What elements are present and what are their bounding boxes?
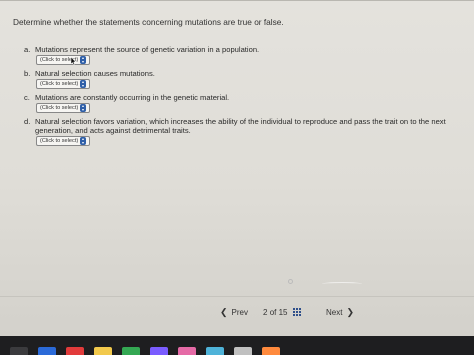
next-button[interactable]: Next ❯ [326, 305, 358, 319]
true-false-select[interactable]: (Click to select) [36, 103, 91, 113]
browser-content: Determine whether the statements concern… [0, 0, 474, 336]
screen-reflection [322, 282, 362, 286]
dock-app-icon[interactable] [150, 347, 168, 355]
statement-text: Mutations are constantly occurring in th… [35, 93, 230, 102]
dock-app-icon[interactable] [234, 347, 252, 355]
dock-app-icon[interactable] [206, 347, 224, 355]
top-divider [0, 0, 474, 1]
statement-d: d. Natural selection favors variation, wh… [24, 117, 474, 146]
dock-app-icon[interactable] [94, 347, 112, 355]
dock-app-icon[interactable] [262, 347, 280, 355]
select-value: (Click to select) [40, 105, 79, 111]
statement-text: Mutations represent the source of geneti… [35, 45, 260, 54]
current-page: 2 [263, 307, 268, 317]
select-arrows-icon[interactable] [80, 104, 87, 112]
question-prompt: Determine whether the statements concern… [13, 17, 284, 27]
next-label: Next [326, 307, 343, 317]
page-indicator[interactable]: 2 of 15 [263, 305, 301, 319]
statement-letter: b. [24, 69, 31, 78]
footer-divider [0, 296, 474, 297]
dock-app-icon[interactable] [10, 347, 28, 355]
statement-text: Natural selection favors variation, whic… [35, 117, 446, 126]
statement-b: b. Natural selection causes mutations. (C… [24, 69, 474, 89]
prev-label: Prev [231, 307, 248, 317]
statement-text: Natural selection causes mutations. [35, 69, 155, 78]
statement-letter: c. [24, 93, 30, 102]
dock-app-icon[interactable] [38, 347, 56, 355]
true-false-select[interactable]: (Click to select) [36, 79, 91, 89]
total-pages: 15 [278, 307, 288, 317]
true-false-select[interactable]: (Click to select) [36, 136, 91, 146]
select-arrows-icon[interactable] [80, 137, 87, 145]
grid-icon[interactable] [292, 308, 301, 316]
statement-c: c. Mutations are constantly occurring in … [24, 93, 474, 113]
chevron-left-icon: ❮ [220, 306, 228, 317]
statement-letter: a. [24, 45, 31, 54]
dock [0, 347, 474, 355]
dock-app-icon[interactable] [178, 347, 196, 355]
dock-app-icon[interactable] [66, 347, 84, 355]
statement-list: a. Mutations represent the source of gene… [24, 45, 474, 150]
dock-app-icon[interactable] [122, 347, 140, 355]
true-false-select[interactable]: (Click to select) [36, 55, 91, 65]
page-of-label: of [269, 307, 277, 317]
chevron-right-icon: ❯ [346, 306, 354, 317]
statement-text-continuation: generation, and acts against detrimental… [35, 126, 191, 135]
select-arrows-icon[interactable] [80, 56, 87, 64]
select-arrows-icon[interactable] [80, 80, 87, 88]
select-value: (Click to select) [40, 81, 79, 87]
statement-letter: d. [24, 117, 31, 126]
statement-a: a. Mutations represent the source of gene… [24, 45, 474, 65]
mouse-cursor-icon [70, 57, 76, 65]
prev-button[interactable]: ❮ Prev [216, 305, 248, 319]
screen-glare [288, 279, 293, 284]
select-value: (Click to select) [40, 138, 79, 144]
